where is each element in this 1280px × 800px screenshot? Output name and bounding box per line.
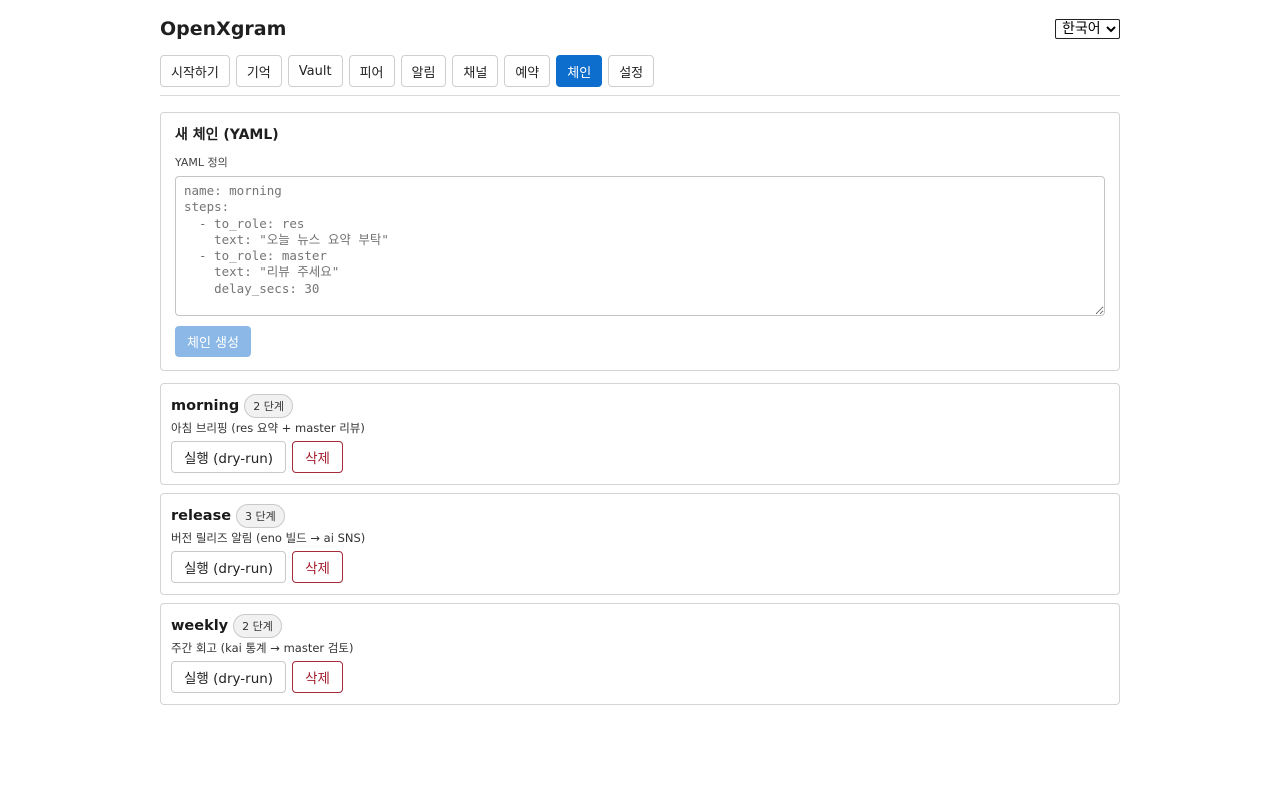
new-chain-title: 새 체인 (YAML) [175,127,279,143]
chain-name: release [171,508,232,524]
chain-header: weekly 2 단계 [171,614,1109,638]
chain-description: 버전 릴리즈 알림 (eno 빌드 → ai SNS) [171,531,366,545]
step-count-badge: 2 단계 [244,394,293,418]
chain-actions: 실행 (dry-run) 삭제 [171,441,1109,473]
tab-schedule[interactable]: 예약 [504,55,551,87]
tab-bar: 시작하기 기억 Vault 피어 알림 채널 예약 체인 설정 [160,55,1120,87]
delete-button[interactable]: 삭제 [292,441,343,473]
chain-header: morning 2 단계 [171,394,1109,418]
yaml-definition-input[interactable] [175,176,1105,316]
tab-channels[interactable]: 채널 [452,55,499,87]
app-title: OpenXgram [160,18,287,40]
chain-actions: 실행 (dry-run) 삭제 [171,551,1109,583]
chain-item-weekly: weekly 2 단계 주간 회고 (kai 통계 → master 검토) 실… [160,603,1120,705]
language-select[interactable]: 한국어 [1055,19,1120,39]
tab-divider [160,95,1120,96]
run-dry-run-button[interactable]: 실행 (dry-run) [171,441,287,473]
chain-header: release 3 단계 [171,504,1109,528]
chain-name: weekly [171,618,229,634]
chain-item-release: release 3 단계 버전 릴리즈 알림 (eno 빌드 → ai SNS)… [160,493,1120,595]
chain-name: morning [171,398,240,414]
create-chain-button[interactable]: 체인 생성 [175,326,251,357]
chain-item-morning: morning 2 단계 아침 브리핑 (res 요약 + master 리뷰)… [160,383,1120,485]
tab-getting-started[interactable]: 시작하기 [160,55,230,87]
app-page: OpenXgram 한국어 시작하기 기억 Vault 피어 알림 채널 예약 … [160,0,1120,705]
step-count-badge: 3 단계 [236,504,285,528]
chain-description: 아침 브리핑 (res 요약 + master 리뷰) [171,421,365,435]
delete-button[interactable]: 삭제 [292,661,343,693]
run-dry-run-button[interactable]: 실행 (dry-run) [171,551,287,583]
chain-actions: 실행 (dry-run) 삭제 [171,661,1109,693]
yaml-field-label: YAML 정의 [175,156,228,169]
tab-notifications[interactable]: 알림 [400,55,447,87]
tab-chains[interactable]: 체인 [556,55,603,87]
run-dry-run-button[interactable]: 실행 (dry-run) [171,661,287,693]
tab-peers[interactable]: 피어 [348,55,395,87]
tab-memory[interactable]: 기억 [235,55,282,87]
new-chain-card: 새 체인 (YAML) YAML 정의 체인 생성 [160,112,1120,371]
delete-button[interactable]: 삭제 [292,551,343,583]
chain-description: 주간 회고 (kai 통계 → master 검토) [171,641,354,655]
step-count-badge: 2 단계 [233,614,282,638]
tab-vault[interactable]: Vault [287,55,343,87]
tab-settings[interactable]: 설정 [608,55,655,87]
header: OpenXgram 한국어 [160,0,1120,55]
